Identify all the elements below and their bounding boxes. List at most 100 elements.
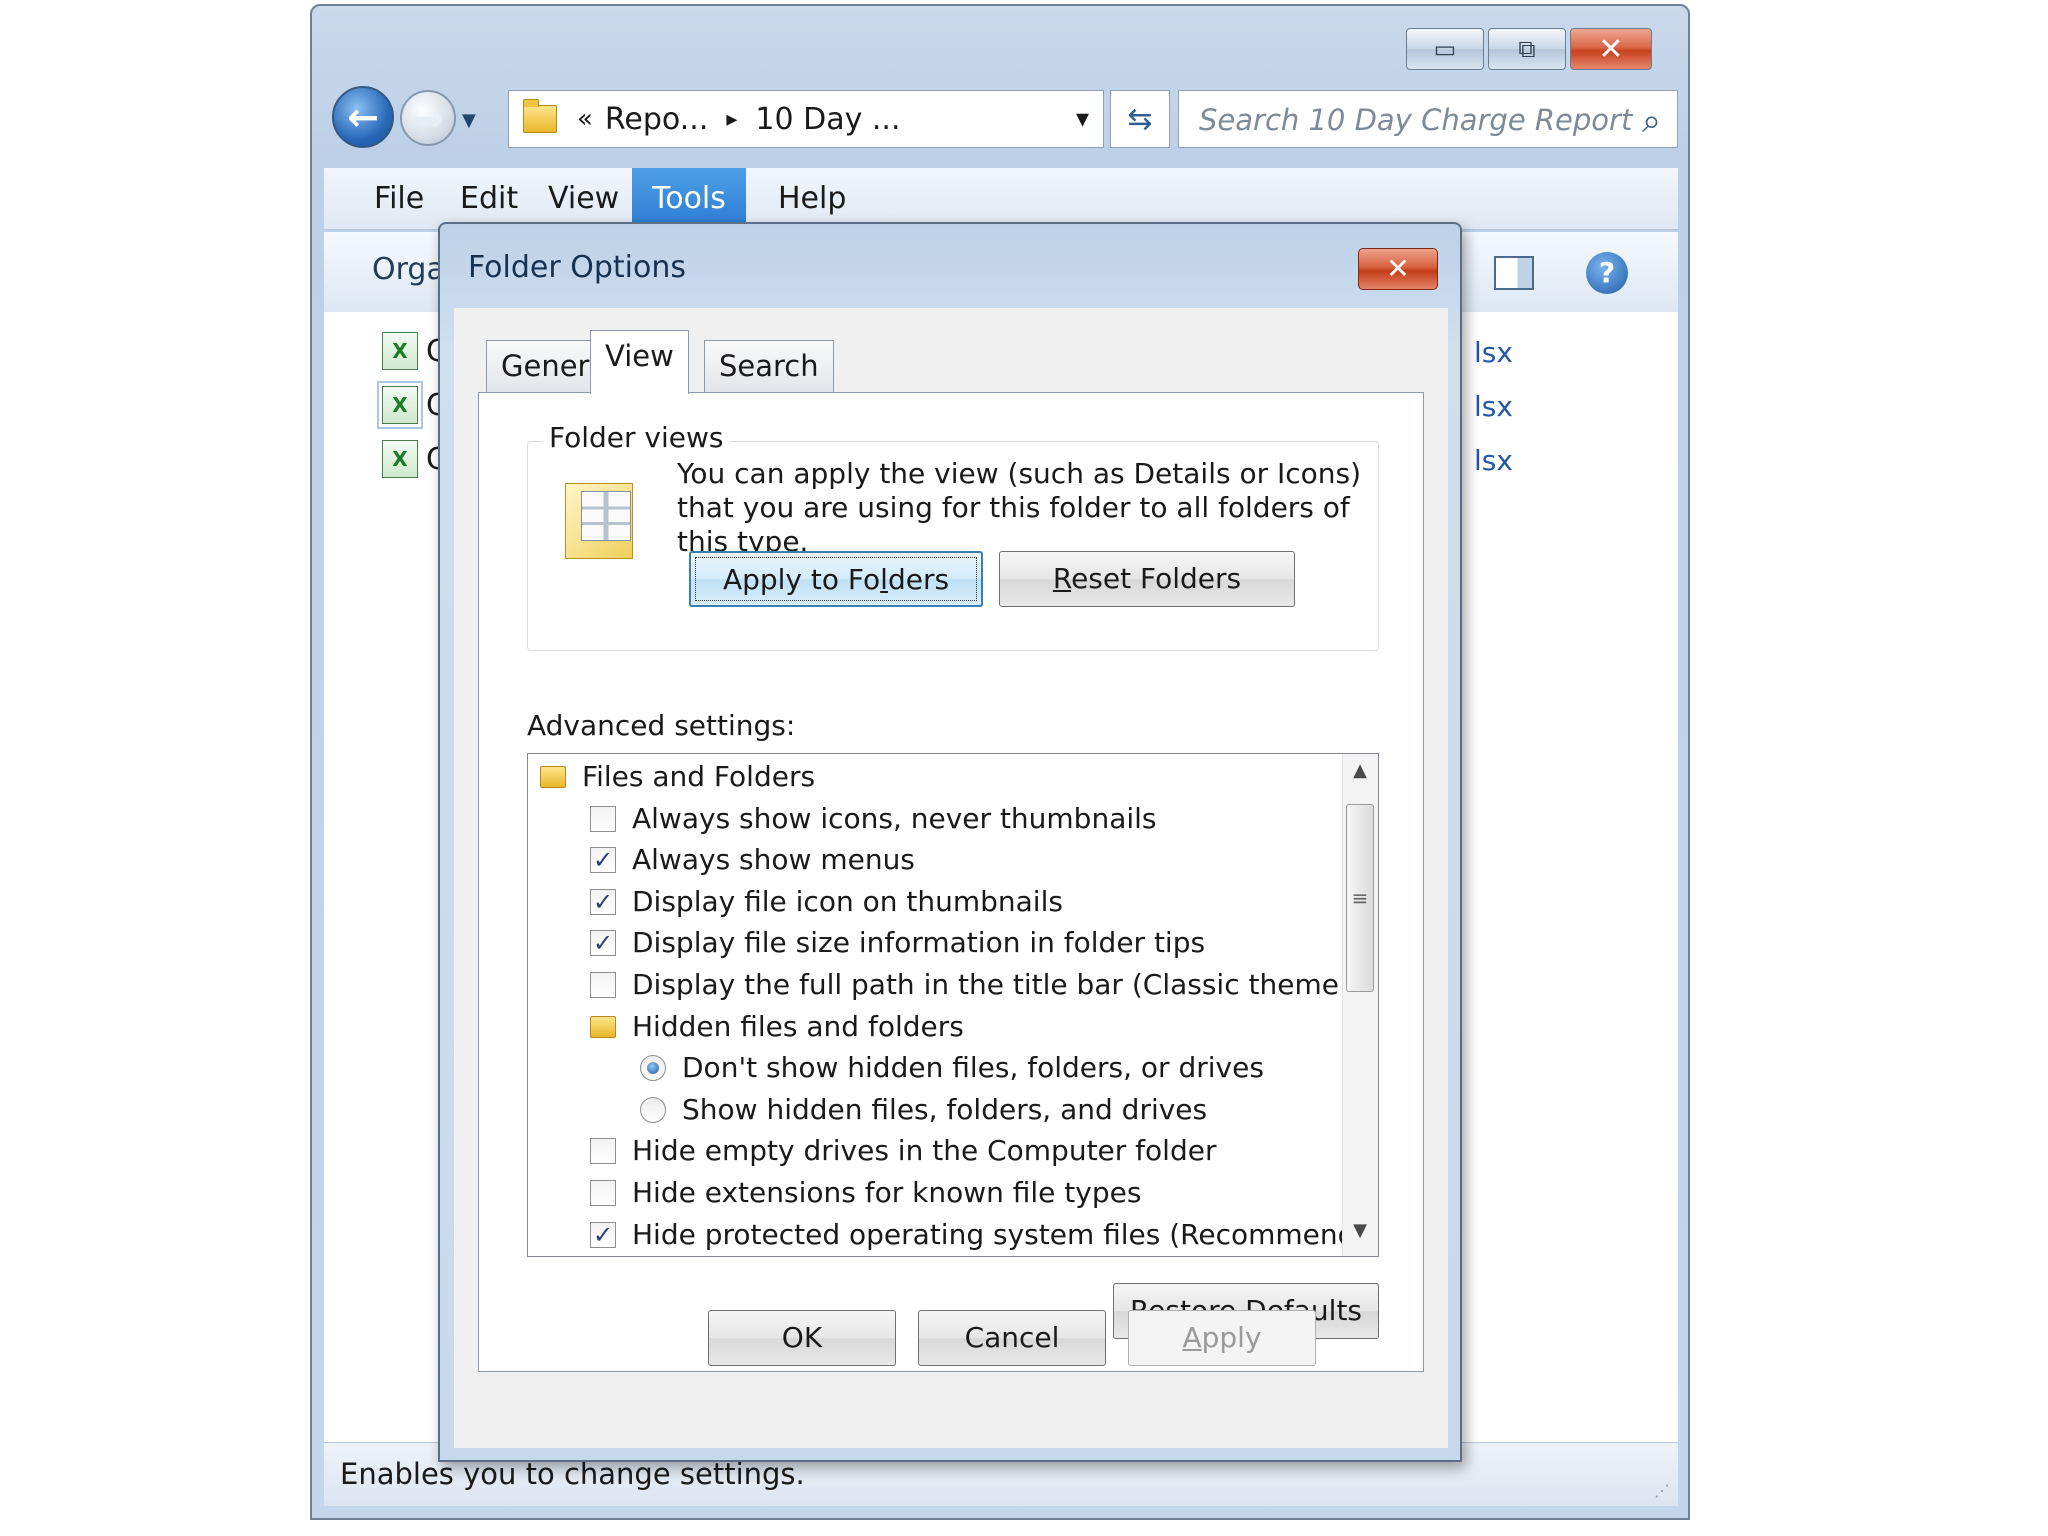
- settings-checkbox-row[interactable]: Hide empty drives in the Computer folder: [528, 1130, 1328, 1172]
- breadcrumb-separator-icon[interactable]: ▸: [726, 107, 737, 132]
- setting-label: Always show menus: [632, 843, 915, 877]
- settings-radio-row[interactable]: Don't show hidden files, folders, or dri…: [528, 1047, 1328, 1089]
- menu-bar: File Edit View Tools Help: [324, 168, 1678, 230]
- forward-arrow-icon: →: [412, 96, 444, 140]
- settings-checkbox-row[interactable]: ✓ Hide protected operating system files (…: [528, 1214, 1378, 1256]
- file-extension[interactable]: lsx: [1474, 336, 1513, 369]
- maximize-button[interactable]: ⧉: [1488, 28, 1566, 70]
- dialog-close-button[interactable]: ✕: [1358, 248, 1438, 290]
- radio-button[interactable]: [640, 1096, 666, 1123]
- back-arrow-icon: ←: [347, 95, 379, 139]
- accelerator-key: A: [1182, 1321, 1202, 1354]
- menu-help[interactable]: Help: [758, 168, 866, 230]
- recent-pages-dropdown[interactable]: ▼: [462, 110, 476, 131]
- settings-radio-row[interactable]: Show hidden files, folders, and drives: [528, 1089, 1328, 1131]
- breadcrumb-overflow[interactable]: «: [577, 104, 593, 134]
- tab-view[interactable]: View: [590, 330, 689, 394]
- settings-checkbox-row[interactable]: Hide extensions for known file types: [528, 1172, 1328, 1214]
- back-button[interactable]: ←: [332, 86, 394, 148]
- excel-file-icon: X: [382, 440, 418, 478]
- setting-label: Hide protected operating system files (R…: [632, 1217, 1379, 1251]
- apply-button[interactable]: Apply: [1128, 1310, 1316, 1366]
- status-text: Enables you to change settings.: [340, 1457, 805, 1491]
- address-bar[interactable]: « Repo... ▸ 10 Day ... ▾: [508, 90, 1104, 148]
- folder-grid-icon: [581, 491, 631, 541]
- organize-button[interactable]: Orga: [372, 252, 445, 287]
- menu-tools[interactable]: Tools: [632, 168, 746, 230]
- breadcrumb-item-current[interactable]: 10 Day ...: [755, 102, 900, 137]
- button-label: pply: [1201, 1321, 1262, 1354]
- setting-label: Show hidden files, folders, and drives: [682, 1092, 1208, 1126]
- dialog-body: General View Search Folder views You can…: [454, 308, 1448, 1448]
- search-placeholder: Search 10 Day Charge Report: [1199, 103, 1633, 137]
- reset-folders-button[interactable]: Reset Folders: [999, 551, 1295, 607]
- cancel-button[interactable]: Cancel: [918, 1310, 1106, 1366]
- checkbox[interactable]: ✓: [590, 1221, 616, 1248]
- setting-label: Hide extensions for known file types: [632, 1176, 1142, 1209]
- setting-label: Hidden files and folders: [632, 1009, 964, 1043]
- refresh-button[interactable]: ⇆: [1110, 90, 1170, 148]
- checkbox[interactable]: [590, 972, 616, 998]
- scroll-down-icon[interactable]: ▼: [1342, 1220, 1378, 1250]
- setting-label: Hide empty drives in the Computer folder: [632, 1134, 1217, 1168]
- settings-checkbox-row[interactable]: ✓ Always show menus: [528, 839, 1328, 881]
- resize-grip-icon[interactable]: ⋰: [1654, 1481, 1670, 1500]
- folder-icon: [590, 1015, 616, 1038]
- folder-options-dialog: Folder Options ✕ General View Search Fol…: [438, 222, 1462, 1462]
- tab-search[interactable]: Search: [704, 340, 834, 392]
- setting-label: Display file size information in folder …: [632, 926, 1206, 960]
- close-icon: ✕: [1386, 252, 1410, 285]
- button-label: eset Folders: [1071, 562, 1242, 595]
- settings-checkbox-row[interactable]: ✓ Display file icon on thumbnails: [528, 881, 1328, 923]
- search-icon[interactable]: ⌕: [1642, 101, 1661, 141]
- ok-button[interactable]: OK: [708, 1310, 896, 1366]
- folder-icon: [540, 766, 566, 788]
- folder-views-description: You can apply the view (such as Details …: [677, 457, 1362, 558]
- apply-to-folders-button[interactable]: Apply to Folders: [689, 551, 983, 607]
- dialog-title: Folder Options: [468, 250, 686, 285]
- setting-label: Don't show hidden files, folders, or dri…: [682, 1051, 1264, 1085]
- setting-label: Always show icons, never thumbnails: [632, 801, 1157, 835]
- scroll-thumb[interactable]: ≡: [1346, 804, 1374, 992]
- view-tab-panel: Folder views You can apply the view (suc…: [478, 392, 1424, 1372]
- excel-file-icon: X: [377, 381, 423, 429]
- button-label: Apply to Fo: [722, 563, 881, 596]
- settings-checkbox-row[interactable]: Display the full path in the title bar (…: [528, 964, 1378, 1006]
- setting-label: Display the full path in the title bar (…: [632, 968, 1379, 1001]
- maximize-icon: ⧉: [1518, 35, 1536, 63]
- menu-edit[interactable]: Edit: [440, 168, 538, 230]
- button-label: ders: [887, 563, 950, 596]
- minimize-icon: ▭: [1433, 35, 1457, 63]
- checkbox[interactable]: ✓: [590, 930, 616, 957]
- settings-checkbox-row[interactable]: Always show icons, never thumbnails: [528, 798, 1328, 840]
- accelerator-key: l: [880, 563, 888, 596]
- breadcrumb-item-reports[interactable]: Repo...: [605, 102, 708, 137]
- menu-view[interactable]: View: [528, 168, 639, 230]
- setting-label: Display file icon on thumbnails: [632, 884, 1063, 918]
- checkbox[interactable]: [590, 1180, 616, 1206]
- help-icon[interactable]: ?: [1586, 252, 1628, 294]
- folder-icon: [523, 99, 557, 133]
- accelerator-key: R: [1052, 562, 1072, 595]
- minimize-button[interactable]: ▭: [1406, 28, 1484, 70]
- checkbox[interactable]: [590, 1138, 616, 1165]
- chevron-down-icon: ▼: [462, 110, 476, 131]
- preview-pane-icon[interactable]: [1494, 256, 1534, 290]
- checkbox[interactable]: [590, 805, 616, 832]
- settings-checkbox-row[interactable]: ✓ Display file size information in folder…: [528, 922, 1328, 964]
- scroll-up-icon[interactable]: ▲: [1342, 760, 1378, 790]
- address-dropdown-icon[interactable]: ▾: [1076, 104, 1089, 134]
- search-input[interactable]: Search 10 Day Charge Report ⌕: [1178, 90, 1678, 148]
- settings-category: Hidden files and folders: [528, 1006, 1328, 1048]
- file-extension[interactable]: lsx: [1474, 390, 1513, 423]
- settings-category: Files and Folders: [528, 756, 1328, 798]
- advanced-settings-label: Advanced settings:: [527, 709, 796, 742]
- checkbox[interactable]: ✓: [590, 888, 616, 915]
- radio-button[interactable]: [640, 1055, 666, 1082]
- checkbox[interactable]: ✓: [590, 847, 616, 874]
- menu-file[interactable]: File: [354, 168, 444, 230]
- window-close-button[interactable]: ✕: [1570, 28, 1652, 70]
- file-extension[interactable]: lsx: [1474, 444, 1513, 477]
- folder-views-label: Folder views: [543, 421, 730, 454]
- forward-button[interactable]: →: [400, 90, 456, 146]
